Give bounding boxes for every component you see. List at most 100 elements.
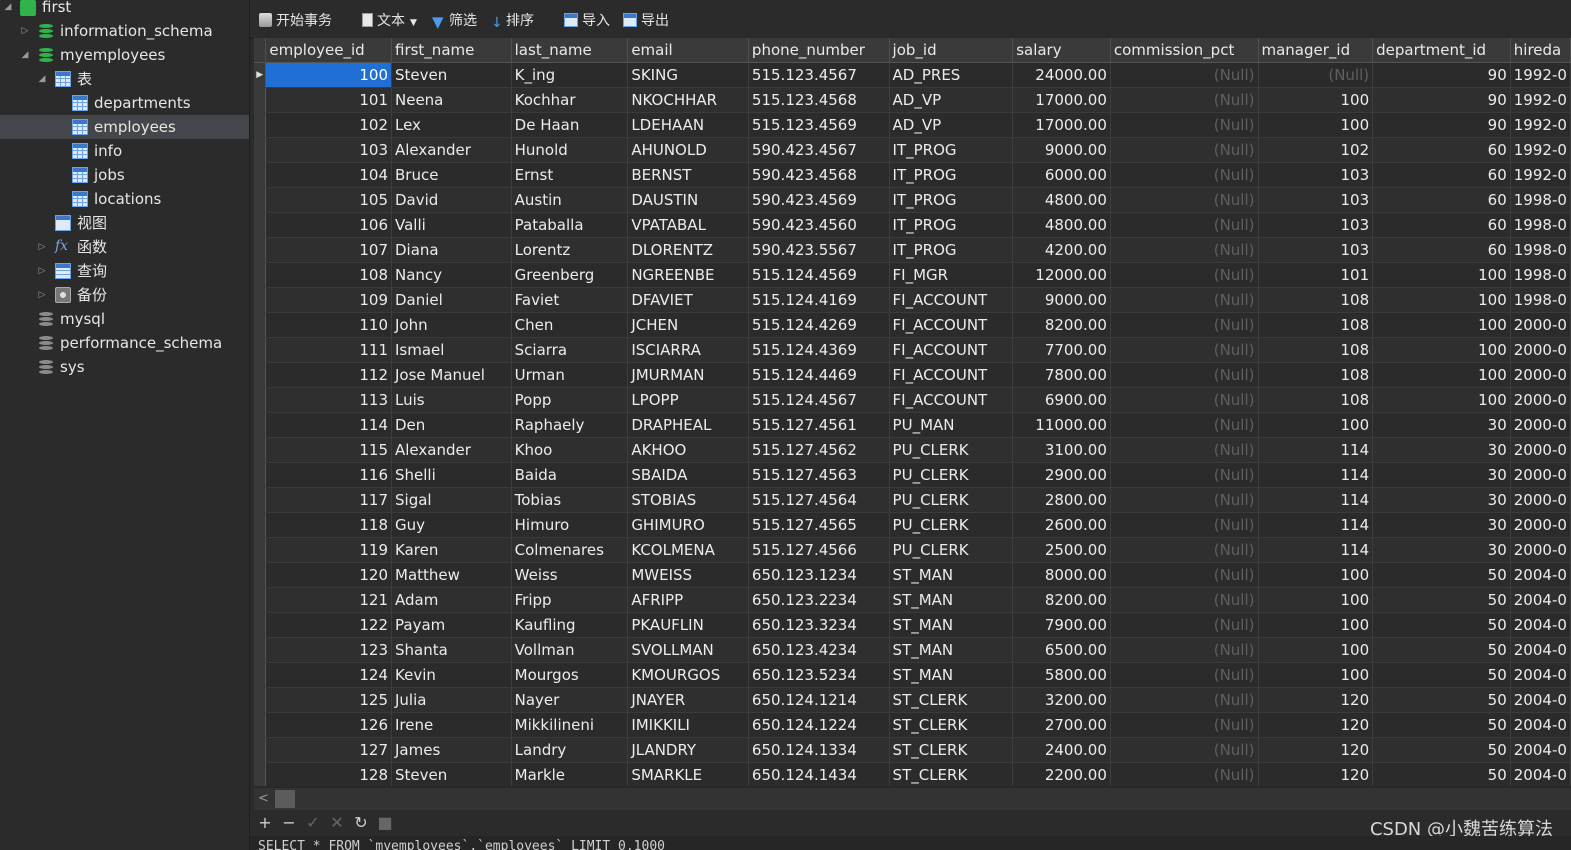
table-row[interactable]: 123 Shanta Vollman SVOLLMAN 650.123.4234 ST_M… — [254, 637, 1571, 663]
cell-manager-id[interactable]: 100 — [1258, 637, 1374, 663]
cell-first-name[interactable]: Steven — [391, 62, 512, 88]
cell-first-name[interactable]: Karen — [391, 537, 512, 563]
cell-phone-number[interactable]: 650.124.1434 — [748, 762, 890, 786]
cell-job-id[interactable]: IT_PROG — [889, 137, 1014, 163]
stop-icon[interactable]: ■ — [377, 813, 393, 832]
cell-last-name[interactable]: Lorentz — [511, 237, 629, 263]
cell-manager-id[interactable]: 108 — [1258, 362, 1374, 388]
cell-commission-pct[interactable]: (Null) — [1110, 712, 1259, 738]
cell-phone-number[interactable]: 650.124.1334 — [748, 737, 890, 763]
column-header-employee-id[interactable]: employee_id — [265, 38, 392, 63]
cell-email[interactable]: JNAYER — [627, 687, 749, 713]
cell-job-id[interactable]: ST_CLERK — [889, 762, 1014, 786]
table-row[interactable]: 110 John Chen JCHEN 515.124.4269 FI_ACCOUNT 82… — [254, 312, 1571, 338]
cell-employee-id[interactable]: 113 — [265, 387, 392, 413]
row-indicator[interactable] — [254, 237, 267, 263]
cell-email[interactable]: DFAVIET — [627, 287, 749, 313]
cell-employee-id[interactable]: 128 — [265, 762, 392, 786]
row-indicator[interactable] — [254, 112, 267, 138]
table-row[interactable]: 120 Matthew Weiss MWEISS 650.123.1234 ST_MAN 8… — [254, 562, 1571, 588]
cell-department-id[interactable]: 90 — [1372, 62, 1511, 88]
cell-job-id[interactable]: ST_CLERK — [889, 687, 1014, 713]
cell-job-id[interactable]: AD_VP — [889, 87, 1014, 113]
collapse-arrow-icon[interactable]: ◢ — [3, 0, 13, 19]
table-row[interactable]: 121 Adam Fripp AFRIPP 650.123.2234 ST_MAN 8200… — [254, 587, 1571, 613]
cell-hireda[interactable]: 2004-0 — [1510, 612, 1571, 638]
cell-email[interactable]: SBAIDA — [627, 462, 749, 488]
table-row[interactable]: 126 Irene Mikkilineni IMIKKILI 650.124.1224 S… — [254, 712, 1571, 738]
column-header-job-id[interactable]: job_id — [889, 38, 1014, 63]
cell-hireda[interactable]: 1992-0 — [1510, 137, 1571, 163]
cell-last-name[interactable]: Mourgos — [511, 662, 629, 688]
cell-manager-id[interactable]: 102 — [1258, 137, 1374, 163]
cell-commission-pct[interactable]: (Null) — [1110, 587, 1259, 613]
table-row[interactable]: 114 Den Raphaely DRAPHEAL 515.127.4561 PU_MAN… — [254, 412, 1571, 438]
cell-email[interactable]: KCOLMENA — [627, 537, 749, 563]
cell-manager-id[interactable]: 114 — [1258, 437, 1374, 463]
cell-salary[interactable]: 2500.00 — [1012, 537, 1111, 563]
current-row-indicator-icon[interactable]: ▶ — [254, 62, 267, 88]
cell-job-id[interactable]: ST_MAN — [889, 562, 1014, 588]
cell-commission-pct[interactable]: (Null) — [1110, 637, 1259, 663]
cell-phone-number[interactable]: 515.124.4469 — [748, 362, 890, 388]
table-row[interactable]: 106 Valli Pataballa VPATABAL 590.423.4560 IT_… — [254, 212, 1571, 238]
cell-department-id[interactable]: 60 — [1372, 187, 1511, 213]
table-row[interactable]: 111 Ismael Sciarra ISCIARRA 515.124.4369 FI_A… — [254, 337, 1571, 363]
cell-job-id[interactable]: ST_CLERK — [889, 737, 1014, 763]
cell-first-name[interactable]: Irene — [391, 712, 512, 738]
cell-salary[interactable]: 24000.00 — [1012, 62, 1111, 88]
cell-hireda[interactable]: 1992-0 — [1510, 112, 1571, 138]
cell-employee-id[interactable]: 110 — [265, 312, 392, 338]
row-indicator[interactable] — [254, 687, 267, 713]
cell-job-id[interactable]: FI_ACCOUNT — [889, 387, 1014, 413]
cell-commission-pct[interactable]: (Null) — [1110, 612, 1259, 638]
cell-manager-id[interactable]: 103 — [1258, 162, 1374, 188]
cell-employee-id[interactable]: 100 — [265, 62, 392, 88]
cell-last-name[interactable]: Pataballa — [511, 212, 629, 238]
cell-phone-number[interactable]: 515.124.4567 — [748, 387, 890, 413]
cell-first-name[interactable]: John — [391, 312, 512, 338]
cell-email[interactable]: VPATABAL — [627, 212, 749, 238]
export-button[interactable]: 导出 — [623, 10, 669, 32]
cell-hireda[interactable]: 1998-0 — [1510, 262, 1571, 288]
cell-email[interactable]: SKING — [627, 62, 749, 88]
cell-job-id[interactable]: PU_CLERK — [889, 487, 1014, 513]
cell-last-name[interactable]: Landry — [511, 737, 629, 763]
cell-job-id[interactable]: ST_MAN — [889, 637, 1014, 663]
cell-last-name[interactable]: Kaufling — [511, 612, 629, 638]
cell-hireda[interactable]: 2000-0 — [1510, 437, 1571, 463]
table-row[interactable]: 124 Kevin Mourgos KMOURGOS 650.123.5234 ST_MA… — [254, 662, 1571, 688]
collapse-arrow-icon[interactable]: ◢ — [37, 67, 47, 91]
cell-hireda[interactable]: 1998-0 — [1510, 212, 1571, 238]
cell-department-id[interactable]: 50 — [1372, 712, 1511, 738]
cell-phone-number[interactable]: 590.423.4560 — [748, 212, 890, 238]
table-row[interactable]: 108 Nancy Greenberg NGREENBE 515.124.4569 FI_… — [254, 262, 1571, 288]
cell-employee-id[interactable]: 108 — [265, 262, 392, 288]
tree-table-jobs[interactable]: jobs — [0, 163, 249, 187]
row-indicator[interactable] — [254, 762, 267, 786]
cell-email[interactable]: PKAUFLIN — [627, 612, 749, 638]
cell-salary[interactable]: 8200.00 — [1012, 312, 1111, 338]
cell-email[interactable]: SMARKLE — [627, 762, 749, 786]
expand-arrow-icon[interactable]: ▷ — [37, 259, 47, 283]
cell-manager-id[interactable]: 103 — [1258, 187, 1374, 213]
cell-salary[interactable]: 17000.00 — [1012, 112, 1111, 138]
cell-department-id[interactable]: 50 — [1372, 662, 1511, 688]
row-indicator[interactable] — [254, 487, 267, 513]
cell-manager-id[interactable]: 101 — [1258, 262, 1374, 288]
cell-hireda[interactable]: 2004-0 — [1510, 662, 1571, 688]
cell-department-id[interactable]: 100 — [1372, 362, 1511, 388]
cell-last-name[interactable]: Urman — [511, 362, 629, 388]
cell-hireda[interactable]: 1998-0 — [1510, 237, 1571, 263]
row-indicator[interactable] — [254, 187, 267, 213]
table-row[interactable]: 117 Sigal Tobias STOBIAS 515.127.4564 PU_CLER… — [254, 487, 1571, 513]
cell-salary[interactable]: 12000.00 — [1012, 262, 1111, 288]
row-indicator[interactable] — [254, 362, 267, 388]
cell-manager-id[interactable]: 108 — [1258, 337, 1374, 363]
cell-employee-id[interactable]: 125 — [265, 687, 392, 713]
scroll-thumb[interactable] — [275, 790, 295, 808]
cell-commission-pct[interactable]: (Null) — [1110, 687, 1259, 713]
cell-manager-id[interactable]: 100 — [1258, 612, 1374, 638]
cell-hireda[interactable]: 2000-0 — [1510, 512, 1571, 538]
tree-db-myemployees[interactable]: ◢ myemployees — [0, 43, 249, 67]
